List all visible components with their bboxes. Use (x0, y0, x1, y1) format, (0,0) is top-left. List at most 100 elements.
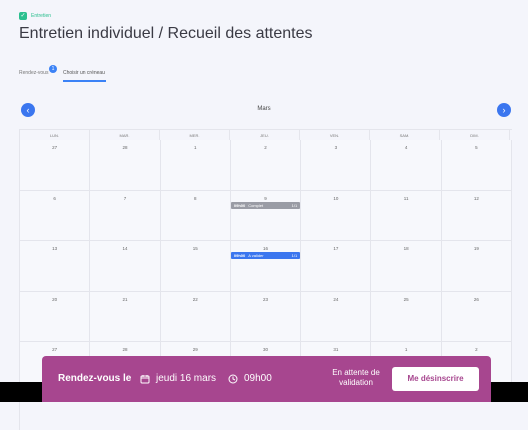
calendar-day-cell[interactable]: 24 (301, 291, 372, 341)
calendar-day-cell[interactable]: 10 (301, 190, 372, 240)
calendar-day-cell[interactable]: 6 (20, 190, 91, 240)
day-number: 4 (404, 145, 408, 150)
calendar-week-row: 20 21 22 23 24 25 26 (20, 291, 513, 342)
calendar-day-cell[interactable]: 18 (371, 241, 442, 291)
day-number: 21 (122, 296, 128, 302)
weekday-label: VEN. (300, 130, 370, 140)
calendar-day-cell[interactable]: 23 (230, 291, 302, 341)
day-number: 1 (193, 145, 197, 150)
calendar-day-cell[interactable]: 9 09h00 Complet 1/1 (230, 190, 302, 240)
tab-count-badge: 1 (49, 65, 57, 73)
overlay-edge-right (491, 382, 528, 402)
calendar-day-cell[interactable]: 11 (371, 190, 442, 240)
calendar-day-cell[interactable]: 25 (371, 291, 442, 341)
day-number: 19 (473, 246, 479, 251)
booking-time-text: 09h00 (244, 373, 272, 384)
weekday-label: MER. (160, 130, 230, 140)
day-number: 10 (333, 195, 339, 201)
event-label: A valider (248, 253, 264, 258)
active-tab-indicator (63, 80, 106, 82)
app-badge: ✓ Entretien (19, 12, 51, 20)
day-number: 28 (122, 347, 128, 352)
event-time: 09h00 (233, 202, 246, 208)
day-number: 17 (333, 246, 339, 251)
calendar-day-cell[interactable]: 14 (90, 241, 161, 291)
day-number: 28 (122, 145, 128, 150)
day-number: 24 (333, 296, 339, 302)
overlay-edge-left (0, 382, 42, 402)
booking-date-text: jeudi 16 mars (156, 373, 217, 384)
weekday-label: JEU. (230, 130, 300, 140)
day-number: 16 (263, 246, 269, 251)
day-number: 2 (264, 145, 267, 150)
weekday-label: MAR. (90, 130, 160, 140)
day-number: 30 (263, 347, 269, 352)
day-number: 5 (475, 145, 478, 150)
calendar-day-cell[interactable]: 3 (301, 140, 372, 190)
day-number: 31 (333, 347, 339, 352)
chat-icon: ✓ (19, 12, 27, 20)
booking-bar: Rendez-vous le jeudi 16 mars 09h00 En at… (42, 356, 491, 402)
calendar-day-cell[interactable]: 22 (160, 291, 231, 341)
day-number: 1 (404, 347, 408, 352)
day-number: 27 (52, 347, 58, 352)
calendar-day-cell[interactable]: 26 (441, 291, 513, 341)
calendar-day-cell[interactable]: 21 (90, 291, 161, 341)
day-number: 27 (52, 145, 58, 150)
event-time: 09h00 (233, 253, 246, 258)
event-capacity: 1/1 (291, 202, 298, 208)
day-number: 7 (123, 195, 127, 201)
tab-rendez-vous[interactable]: Rendez-vous (19, 70, 48, 76)
calendar-day-cell[interactable]: 16 09h00 A valider 1/1 (230, 241, 302, 291)
booking-label: Rendez-vous le (58, 373, 132, 384)
calendar-day-cell[interactable]: 8 (160, 190, 231, 240)
calendar-event[interactable]: 09h00 Complet 1/1 (230, 201, 301, 209)
weekday-label: SAM. (370, 130, 440, 140)
weekday-label: DIM. (440, 130, 510, 140)
calendar-day-cell[interactable]: 15 (160, 241, 231, 291)
day-number: 22 (192, 296, 198, 302)
day-number: 20 (52, 296, 58, 302)
weekday-label: LUN. (20, 130, 90, 140)
next-month-button[interactable]: › (497, 103, 511, 117)
calendar-day-cell[interactable]: 19 (441, 241, 513, 291)
calendar-day-cell[interactable]: 17 (301, 241, 372, 291)
day-number: 13 (52, 246, 58, 251)
calendar-day-cell[interactable]: 12 (441, 190, 513, 240)
tabs-bar: Rendez-vous 1 Choisir un créneau (19, 65, 519, 84)
page-title: Entretien individuel / Recueil des atten… (19, 25, 313, 42)
calendar-day-cell[interactable]: 28 (90, 140, 161, 190)
chevron-right-icon: › (502, 105, 506, 115)
weekday-header: LUN. MAR. MER. JEU. VEN. SAM. DIM. (20, 130, 512, 140)
calendar-week-row: 13 14 15 16 09h00 A valider 1/1 17 18 19 (20, 241, 513, 292)
day-number: 11 (403, 195, 409, 201)
unsubscribe-button[interactable]: Me désinscrire (392, 367, 479, 391)
day-number: 8 (193, 195, 197, 201)
day-number: 3 (334, 145, 338, 150)
event-label: Complet (248, 202, 264, 208)
tab-choisir-creneau[interactable]: Choisir un créneau (63, 70, 105, 76)
calendar-event[interactable]: 09h00 A valider 1/1 (230, 252, 301, 259)
day-number: 26 (473, 296, 479, 302)
calendar-day-cell[interactable]: 13 (20, 241, 91, 291)
calendar-day-cell[interactable]: 27 (20, 140, 91, 190)
month-label: Mars (257, 106, 271, 112)
day-number: 12 (473, 195, 479, 201)
calendar-day-cell[interactable]: 4 (371, 140, 442, 190)
calendar-week-row: 6 7 8 9 09h00 Complet 1/1 10 11 12 (20, 190, 513, 241)
calendar-day-cell[interactable]: 1 (160, 140, 231, 190)
booking-date: jeudi 16 mars (140, 373, 216, 384)
calendar-week-row: 27 28 1 2 3 4 5 (20, 140, 513, 191)
calendar-day-cell[interactable]: 7 (90, 190, 161, 240)
calendar-day-cell[interactable]: 5 (441, 140, 513, 190)
clock-icon (228, 374, 238, 383)
event-capacity: 1/1 (291, 253, 298, 258)
badge-label: Entretien (31, 13, 52, 19)
day-number: 15 (192, 246, 198, 251)
day-number: 6 (53, 195, 56, 201)
calendar-day-cell[interactable]: 2 (230, 140, 302, 190)
calendar-icon (140, 374, 150, 383)
day-number: 18 (403, 246, 409, 251)
booking-status: En attente de validation (332, 368, 380, 387)
calendar-day-cell[interactable]: 20 (20, 291, 91, 341)
